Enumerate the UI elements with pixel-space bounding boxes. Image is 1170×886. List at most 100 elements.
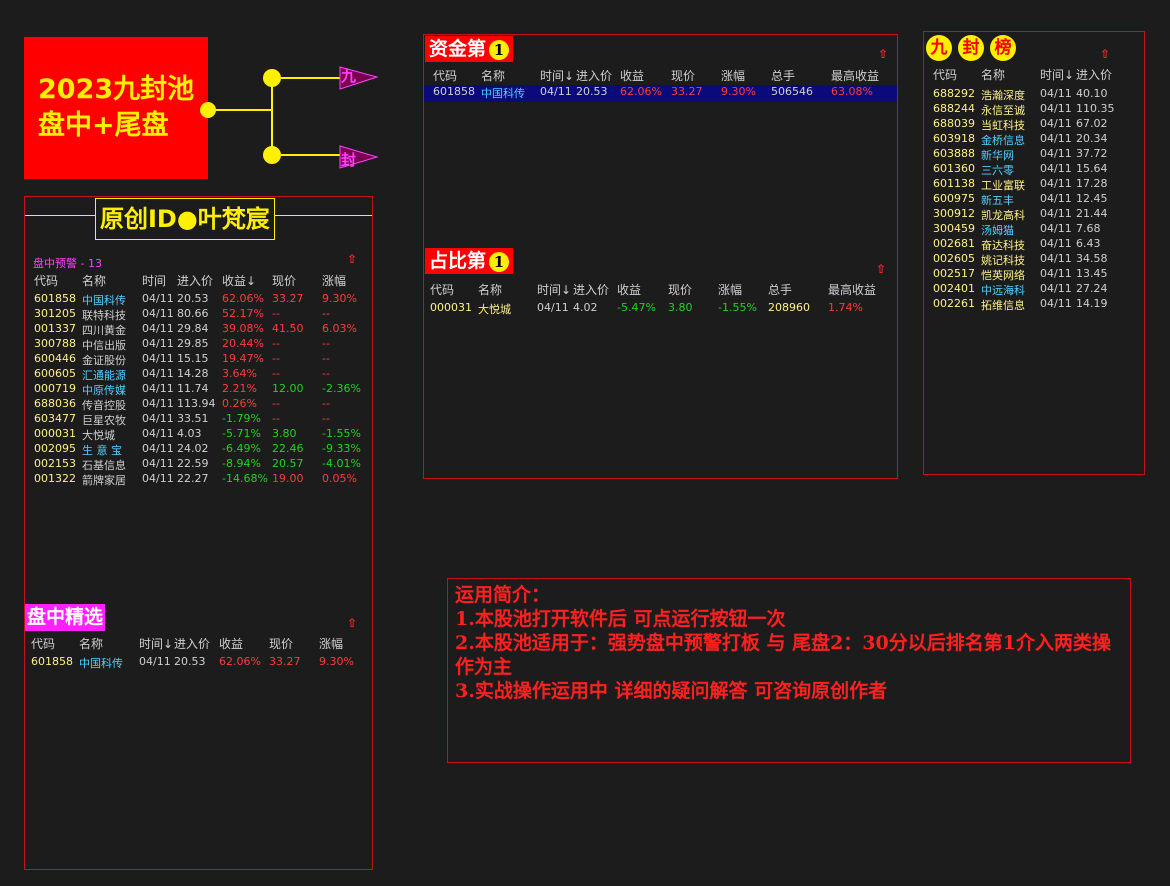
table-row[interactable]: 603888 新华网 04/11 37.72 (924, 147, 1144, 162)
nine-sort-up-icon[interactable]: ⇧ (1100, 47, 1110, 61)
table-row[interactable]: 688036 传音控股 04/11 113.94 0.26% -- -- (25, 397, 372, 412)
column-header[interactable]: 代码 (430, 281, 454, 298)
column-header[interactable]: 代码 (433, 67, 457, 84)
cell-entry: 33.51 (177, 412, 209, 425)
table-row[interactable]: 002153 石基信息 04/11 22.59 -8.94% 20.57 -4.01% (25, 457, 372, 472)
cell-name: 中远海科 (981, 284, 1025, 297)
column-header[interactable]: 代码 (31, 635, 55, 652)
column-header[interactable]: 总手 (771, 67, 795, 84)
column-header[interactable]: 最高收益 (828, 281, 876, 298)
table-row[interactable]: 600446 金证股份 04/11 15.15 19.47% -- -- (25, 352, 372, 367)
table-row[interactable]: 301205 联特科技 04/11 80.66 52.17% -- -- (25, 307, 372, 322)
column-header[interactable]: 涨幅 (721, 67, 745, 84)
table-row[interactable]: 603918 金桥信息 04/11 20.34 (924, 132, 1144, 147)
column-header[interactable]: 名称 (478, 281, 502, 298)
column-header[interactable]: 进入价 (174, 635, 210, 652)
column-header[interactable]: 代码 (34, 272, 58, 289)
column-header[interactable]: 涨幅 (322, 272, 346, 289)
table-row[interactable]: 300912 凯龙高科 04/11 21.44 (924, 207, 1144, 222)
column-header[interactable]: 收益 (620, 67, 644, 84)
table-row[interactable]: 601138 工业富联 04/11 17.28 (924, 177, 1144, 192)
column-header[interactable]: 收益 (617, 281, 641, 298)
cell-name: 生 意 宝 (82, 444, 122, 457)
column-header[interactable]: 时间↓ (537, 281, 571, 298)
table-row[interactable]: 002517 恺英网络 04/11 13.45 (924, 267, 1144, 282)
column-header[interactable]: 进入价 (177, 272, 213, 289)
column-header[interactable]: 名称 (481, 67, 505, 84)
left-panel: 原创ID●叶梵宸 盘中预警 - 13 ⇧ 代码 名称 时间 进入价 收益↓ 现价 涨幅 60… (24, 196, 373, 870)
column-header[interactable]: 名称 (981, 66, 1005, 83)
rank-badge: 1 (489, 40, 510, 60)
cell-name: 联特科技 (82, 309, 126, 322)
column-header[interactable]: 现价 (272, 272, 296, 289)
column-header[interactable]: 代码 (933, 66, 957, 83)
cell-chg: -- (322, 397, 330, 410)
table-row[interactable]: 300788 中信出版 04/11 29.85 20.44% -- -- (25, 337, 372, 352)
column-header[interactable]: 现价 (668, 281, 692, 298)
table-row[interactable]: 002261 拓维信息 04/11 14.19 (924, 297, 1144, 312)
table-row[interactable]: 000719 中原传媒 04/11 11.74 2.21% 12.00 -2.36% (25, 382, 372, 397)
column-header[interactable]: 最高收益 (831, 67, 879, 84)
logo-branch-diagram (200, 66, 379, 169)
column-header[interactable]: 收益↓ (222, 272, 256, 289)
cell-gain: 62.06% (620, 85, 662, 98)
table-row[interactable]: 603477 巨星农牧 04/11 33.51 -1.79% -- -- (25, 412, 372, 427)
table-row[interactable]: 688244 永信至诚 04/11 110.35 (924, 102, 1144, 117)
cell-code: 601360 (933, 162, 975, 175)
cell-entry: 40.10 (1076, 87, 1108, 100)
table-row[interactable]: 000031 大悦城 04/11 4.03 -5.71% 3.80 -1.55% (25, 427, 372, 442)
cell-time: 04/11 (1040, 297, 1072, 310)
column-header[interactable]: 进入价 (573, 281, 609, 298)
table-row[interactable]: 600605 汇通能源 04/11 14.28 3.64% -- -- (25, 367, 372, 382)
cell-entry: 6.43 (1076, 237, 1101, 250)
cell-code: 300788 (34, 337, 76, 350)
intro-box: 运用简介： 1.本股池打开软件后 可点运行按钮一次 2.本股池适用于：强势盘中预警打… (447, 578, 1131, 763)
column-header[interactable]: 进入价 (1076, 66, 1112, 83)
cell-code: 000031 (34, 427, 76, 440)
column-header[interactable]: 时间↓ (540, 67, 574, 84)
table-row[interactable]: 002681 奋达科技 04/11 6.43 (924, 237, 1144, 252)
column-header[interactable]: 总手 (768, 281, 792, 298)
column-header[interactable]: 时间 (142, 272, 166, 289)
table-row[interactable]: 688039 当虹科技 04/11 67.02 (924, 117, 1144, 132)
cell-entry: 11.74 (177, 382, 209, 395)
column-header[interactable]: 收益 (219, 635, 243, 652)
table-row[interactable]: 000031 大悦城 04/11 4.02 -5.47% 3.80 -1.55% 208960… (424, 301, 897, 316)
cell-name: 中国科传 (82, 294, 126, 307)
column-header[interactable]: 进入价 (576, 67, 612, 84)
table-row[interactable]: 601858 中国科传 04/11 20.53 62.06% 33.27 9.30% 5065… (424, 85, 897, 102)
table-row[interactable]: 002605 姚记科技 04/11 34.58 (924, 252, 1144, 267)
table-row[interactable]: 601858 中国科传 04/11 20.53 62.06% 33.27 9.30% (25, 292, 372, 307)
table-row[interactable]: 002095 生 意 宝 04/11 24.02 -6.49% 22.46 -9.33% (25, 442, 372, 457)
table-row[interactable]: 001322 箭牌家居 04/11 22.27 -14.68% 19.00 0.05% (25, 472, 372, 487)
column-header[interactable]: 涨幅 (319, 635, 343, 652)
column-header[interactable]: 时间↓ (1040, 66, 1074, 83)
ratio-sort-up-icon[interactable]: ⇧ (876, 262, 886, 276)
table-row[interactable]: 300459 汤姆猫 04/11 7.68 (924, 222, 1144, 237)
cell-entry: 20.53 (174, 655, 206, 668)
cell-name: 箭牌家居 (82, 474, 126, 487)
column-header[interactable]: 现价 (671, 67, 695, 84)
table-row[interactable]: 001337 四川黄金 04/11 29.84 39.08% 41.50 6.03% (25, 322, 372, 337)
cell-entry: 29.84 (177, 322, 209, 335)
cell-code: 603477 (34, 412, 76, 425)
cell-price: 33.27 (269, 655, 301, 668)
table-row[interactable]: 688292 浩瀚深度 04/11 40.10 (924, 87, 1144, 102)
alert-sort-up-icon[interactable]: ⇧ (347, 252, 357, 266)
column-header[interactable]: 名称 (79, 635, 103, 652)
cell-chg: 9.30% (721, 85, 756, 98)
cell-name: 拓维信息 (981, 299, 1025, 312)
column-header[interactable]: 现价 (269, 635, 293, 652)
fund-sort-up-icon[interactable]: ⇧ (878, 47, 888, 61)
cell-time: 04/11 (1040, 177, 1072, 190)
cell-time: 04/11 (142, 427, 174, 440)
table-row[interactable]: 601360 三六零 04/11 15.64 (924, 162, 1144, 177)
select-sort-up-icon[interactable]: ⇧ (347, 616, 357, 630)
column-header[interactable]: 名称 (82, 272, 106, 289)
table-row[interactable]: 002401 中远海科 04/11 27.24 (924, 282, 1144, 297)
table-row[interactable]: 601858 中国科传 04/11 20.53 62.06% 33.27 9.30% (25, 655, 372, 670)
cell-name: 三六零 (981, 164, 1014, 177)
table-row[interactable]: 600975 新五丰 04/11 12.45 (924, 192, 1144, 207)
column-header[interactable]: 涨幅 (718, 281, 742, 298)
column-header[interactable]: 时间↓ (139, 635, 173, 652)
